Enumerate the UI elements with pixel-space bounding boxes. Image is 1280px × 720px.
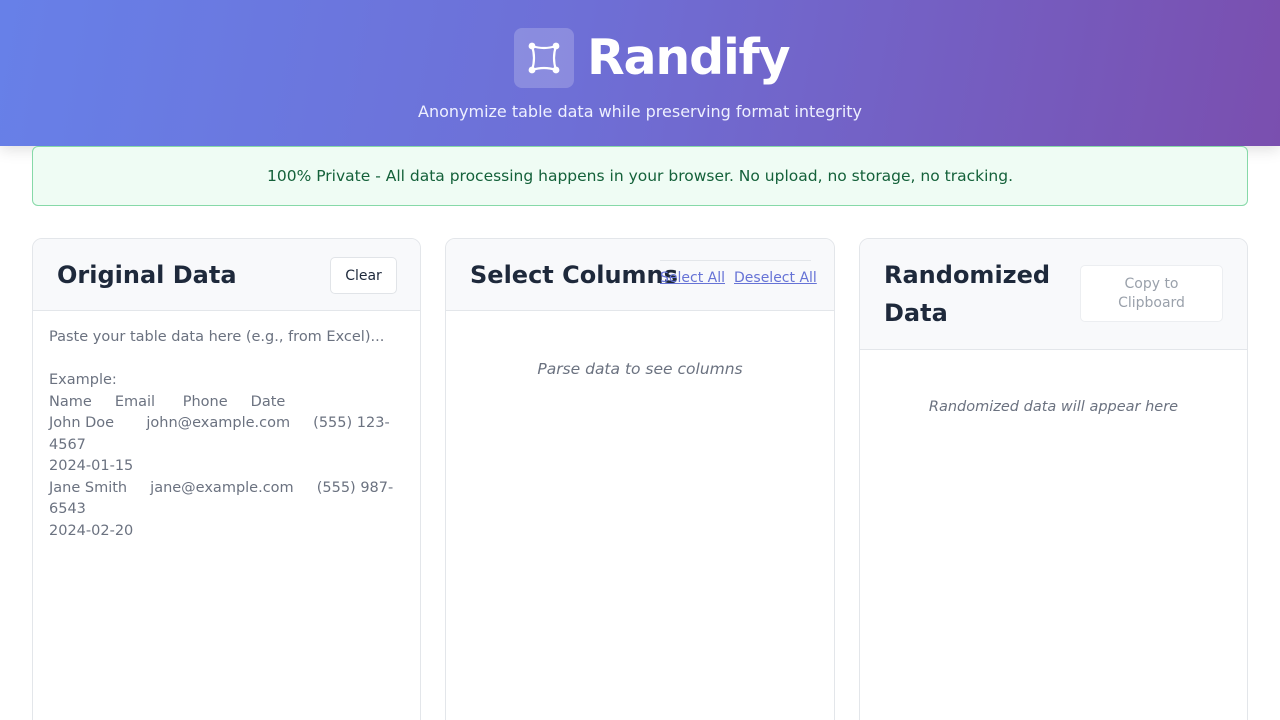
privacy-banner-text: 100% Private - All data processing happe… [266, 167, 1013, 185]
placeholder-line: 2024-02-20 [49, 522, 134, 539]
app-header: Randify Anonymize table data while prese… [0, 0, 1280, 146]
original-data-placeholder: Paste your table data here (e.g., from E… [49, 327, 409, 542]
vector-square-icon [514, 28, 574, 88]
placeholder-line: John Doe john@example.com (555) 123-4567 [49, 415, 390, 453]
brand: Randify [514, 28, 791, 88]
copy-to-clipboard-button[interactable]: Copy to Clipboard [1080, 265, 1223, 322]
placeholder-line: 2024-01-15 [49, 458, 134, 474]
placeholder-line: Example: [49, 372, 117, 388]
original-data-panel: Original Data Clear Paste your table dat… [32, 238, 421, 720]
select-all-link[interactable]: Select All [660, 270, 725, 286]
randomized-data-panel: Randomized Data Copy to Clipboard Random… [859, 238, 1248, 720]
original-data-textarea[interactable]: Paste your table data here (e.g., from E… [33, 311, 420, 720]
randomized-empty-message: Randomized data will appear here [928, 399, 1179, 415]
randomized-data-title: Randomized Data [884, 261, 1051, 327]
placeholder-line: Jane Smith jane@example.com (555) 987-65… [49, 479, 394, 518]
placeholder-line: Paste your table data here (e.g., from E… [49, 329, 385, 345]
deselect-all-link[interactable]: Deselect All [734, 270, 817, 286]
privacy-banner: 100% Private - All data processing happe… [32, 146, 1248, 206]
links-divider [660, 260, 811, 261]
select-columns-header: Select Columns Select All Deselect All [446, 239, 834, 311]
select-columns-title: Select Columns [470, 261, 678, 289]
placeholder-line: Name Email Phone Date [49, 393, 286, 410]
original-data-header: Original Data Clear [33, 239, 420, 311]
columns-empty-message: Parse data to see columns [537, 360, 743, 378]
app-title: Randify [587, 29, 791, 86]
select-columns-panel: Select Columns Select All Deselect All P… [445, 238, 835, 720]
clear-button[interactable]: Clear [330, 257, 397, 294]
placeholder-line [49, 349, 409, 371]
randomized-data-header: Randomized Data Copy to Clipboard [860, 239, 1247, 350]
original-data-title: Original Data [57, 261, 237, 289]
app-tagline: Anonymize table data while preserving fo… [418, 102, 862, 121]
